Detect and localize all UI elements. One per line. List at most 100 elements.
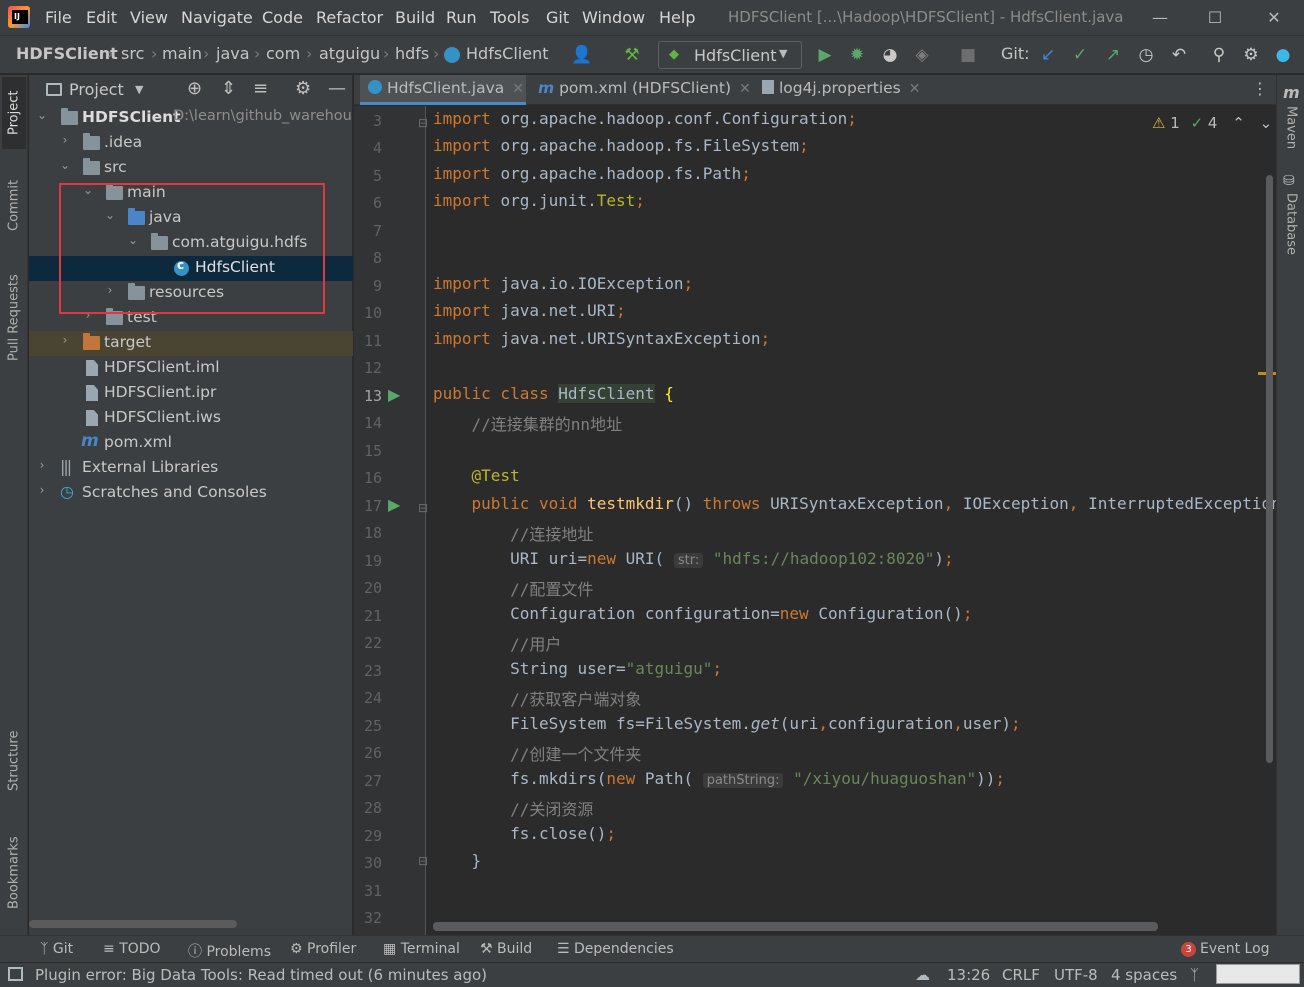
menu-edit[interactable]: Edit [86,8,117,27]
tab-pom-xml[interactable]: m pom.xml (HDFSClient) ✕ [534,75,756,105]
tree-item-scratches[interactable]: › ◷ Scratches and Consoles [29,481,353,506]
run-test-gutter-icon[interactable]: ▶ [388,495,400,514]
tool-todo[interactable]: ≡ TODO [103,941,161,957]
tool-tab-database[interactable]: Database [1279,193,1303,255]
menu-file[interactable]: File [45,8,72,27]
run-class-gutter-icon[interactable]: ▶ [388,385,400,404]
menu-window[interactable]: Window [582,8,645,27]
close-tab-icon[interactable]: ✕ [909,81,921,97]
breadcrumb-src[interactable]: src [121,44,144,63]
debug-icon[interactable]: ✹ [845,43,869,67]
coverage-icon[interactable]: ◕ [878,43,902,67]
breadcrumb-hdfs[interactable]: hdfs [395,44,429,63]
tab-hdfsclient-java[interactable]: HdfsClient.java ✕ [360,75,526,105]
tool-tab-structure[interactable]: Structure [2,718,26,803]
plugin-icon[interactable]: ● [1271,43,1295,67]
chevron-down-icon[interactable]: ▼ [135,83,143,96]
chevron-right-icon[interactable]: › [35,483,49,497]
tool-windows-icon[interactable] [8,967,23,981]
chevron-down-icon[interactable]: ⌄ [35,108,49,122]
menu-run[interactable]: Run [446,8,477,27]
tree-item-src[interactable]: ⌄ src [29,156,353,181]
tool-tab-bookmarks[interactable]: Bookmarks [2,825,26,920]
collapse-all-icon[interactable]: ≡ [253,78,268,99]
profile-icon[interactable]: ◈ [910,43,934,67]
tree-item-iml[interactable]: HDFSClient.iml [29,356,353,381]
menu-tools[interactable]: Tools [490,8,529,27]
search-icon[interactable]: ⚲ [1207,43,1231,67]
tool-build[interactable]: ⚒ Build [480,941,532,957]
network-icon[interactable]: ☁ [915,966,930,984]
tool-tab-maven[interactable]: Maven [1279,103,1303,153]
chevron-right-icon[interactable]: › [35,458,49,472]
breadcrumb-java[interactable]: java [216,44,250,63]
tool-problems[interactable]: ⓘ Problems [188,941,271,961]
tree-item-external-libraries[interactable]: › ||| External Libraries [29,456,353,481]
chevron-down-icon[interactable]: ⌄ [58,158,72,172]
tree-item-ipr[interactable]: HDFSClient.ipr [29,381,353,406]
chevron-right-icon[interactable]: › [58,333,72,347]
tool-profiler[interactable]: ⚙ Profiler [290,941,356,957]
menu-navigate[interactable]: Navigate [181,8,253,27]
status-message[interactable]: Plugin error: Big Data Tools: Read timed… [35,966,487,984]
inspection-widget[interactable]: ⚠ 1 ✓ 4 ⌃ ⌄ [1152,114,1272,132]
gear-icon[interactable]: ⚙ [295,78,311,99]
project-horizontal-scrollbar[interactable] [29,920,237,928]
file-encoding[interactable]: UTF-8 [1054,966,1098,984]
chevron-down-icon[interactable]: ⌄ [1260,114,1273,132]
menu-code[interactable]: Code [262,8,303,27]
tool-terminal[interactable]: ▦ Terminal [383,941,460,957]
tree-item-pom[interactable]: m pom.xml [29,431,353,456]
locate-icon[interactable]: ⊕ [187,78,202,99]
tool-dependencies[interactable]: ☰ Dependencies [557,941,674,957]
indent-setting[interactable]: 4 spaces [1111,966,1177,984]
tab-log4j-properties[interactable]: log4j.properties ✕ [758,75,934,105]
build-hammer-icon[interactable]: ⚒ [620,43,644,67]
history-icon[interactable]: ◷ [1134,43,1158,67]
breadcrumb-project[interactable]: HDFSClient [16,44,118,63]
breadcrumb-atguigu[interactable]: atguigu [319,44,380,63]
tool-tab-pull-requests[interactable]: Pull Requests [2,265,26,370]
hide-panel-icon[interactable]: — [328,78,346,99]
editor-vertical-scrollbar[interactable] [1266,175,1273,763]
tool-tab-commit[interactable]: Commit [2,170,26,240]
rollback-icon[interactable]: ↶ [1167,43,1191,67]
tool-event-log[interactable]: 3 Event Log [1181,941,1270,957]
menu-help[interactable]: Help [659,8,695,27]
minimize-icon[interactable]: — [1148,6,1172,30]
code-editor[interactable]: import org.apache.hadoop.conf.Configurat… [427,106,1276,921]
project-view-label[interactable]: Project [69,80,124,99]
run-icon[interactable]: ▶ [813,43,837,67]
close-tab-icon[interactable]: ✕ [512,81,524,97]
maximize-icon[interactable]: ☐ [1203,6,1227,30]
user-icon[interactable]: 👤 [570,43,594,67]
git-update-icon[interactable]: ↙ [1036,43,1060,67]
run-configuration-select[interactable]: ◆ HdfsClient ▼ [658,41,802,69]
breadcrumb-main[interactable]: main [162,44,202,63]
editor-horizontal-scrollbar[interactable] [433,922,1158,931]
tree-item-idea[interactable]: › .idea [29,131,353,156]
git-branch-icon[interactable]: ᛉ [1190,966,1199,984]
close-window-icon[interactable]: ✕ [1262,6,1286,30]
tree-item-hdfsclient[interactable]: ⌄ HDFSClient D:\learn\github_warehou [29,106,353,131]
close-tab-icon[interactable]: ✕ [739,81,751,97]
git-push-icon[interactable]: ↗ [1101,43,1125,67]
breadcrumb-class[interactable]: HdfsClient [466,44,548,63]
line-separator[interactable]: CRLF [1002,966,1040,984]
chevron-right-icon[interactable]: › [58,133,72,147]
expand-all-icon[interactable]: ⇕ [221,78,236,99]
breadcrumb-com[interactable]: com [266,44,300,63]
stop-icon[interactable]: ■ [956,43,980,67]
caret-position[interactable]: 13:26 [947,966,990,984]
tree-item-target[interactable]: › target [29,331,353,356]
chevron-up-icon[interactable]: ⌃ [1232,114,1245,132]
git-commit-icon[interactable]: ✓ [1068,43,1092,67]
tool-tab-project[interactable]: Project [2,77,26,149]
tool-git[interactable]: ᛉ Git [40,941,73,957]
tabs-menu-icon[interactable]: ⋮ [1252,79,1268,98]
tree-item-iws[interactable]: HDFSClient.iws [29,406,353,431]
menu-git[interactable]: Git [546,8,569,27]
menu-view[interactable]: View [130,8,168,27]
gear-icon[interactable]: ⚙ [1239,43,1263,67]
menu-build[interactable]: Build [395,8,435,27]
